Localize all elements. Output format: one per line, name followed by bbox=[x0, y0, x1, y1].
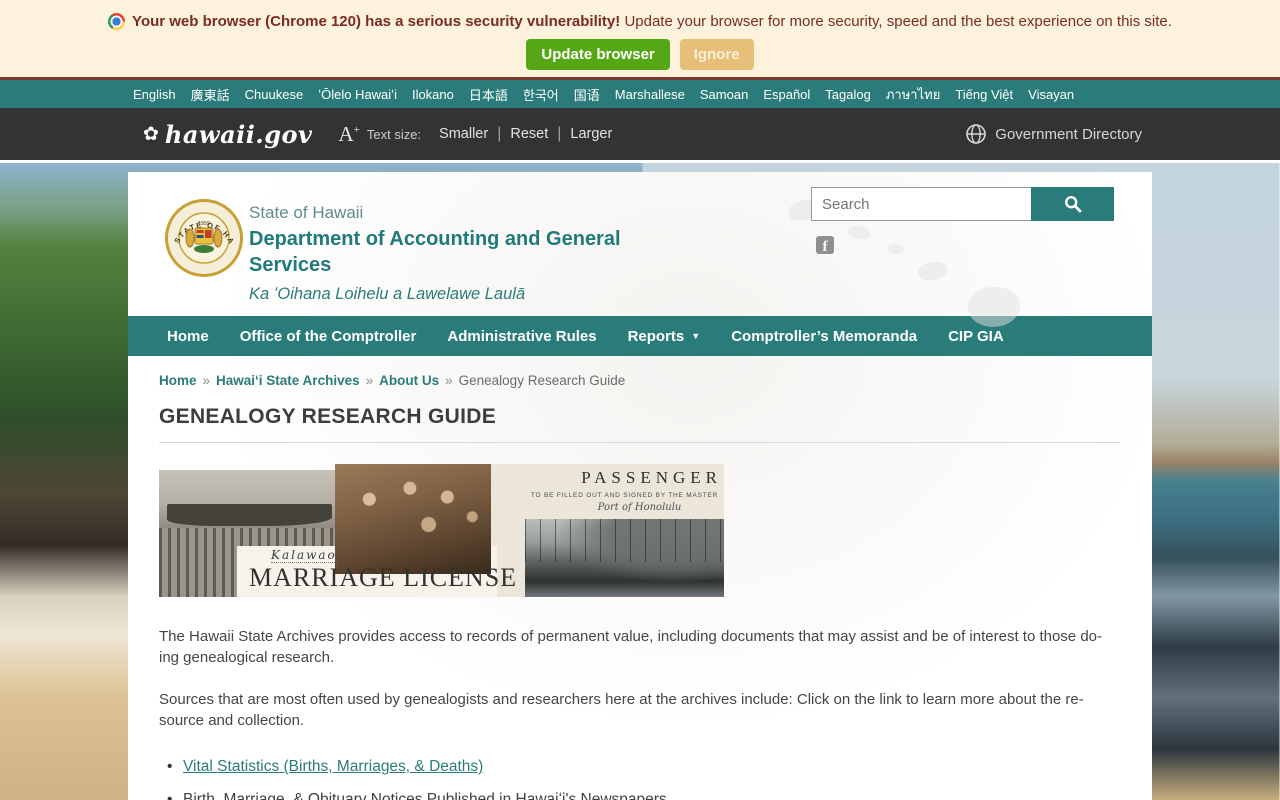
text-size-smaller[interactable]: Smaller bbox=[439, 126, 488, 142]
intro-paragraph: The Hawaii State Archives provides acces… bbox=[159, 628, 1102, 666]
state-of-hawaii-seal: STATE OF HAWAII 1959 bbox=[164, 198, 243, 277]
agency-name: Department of Accounting and General Ser… bbox=[249, 228, 621, 276]
list-item: Birth, Marriage, & Obituary Notices Publ… bbox=[159, 791, 1121, 800]
language-link-chuukese[interactable]: Chuukese bbox=[245, 87, 304, 102]
breadcrumb-current-page: Genealogy Research Guide bbox=[458, 373, 626, 388]
nav-administrative-rules[interactable]: Administrative Rules bbox=[447, 328, 596, 345]
vital-statistics-link[interactable]: Vital Statistics (Births, Marriages, & D… bbox=[183, 758, 483, 775]
kalawao-handwriting: Kalawao bbox=[271, 548, 337, 563]
language-link-visayan[interactable]: Visayan bbox=[1028, 87, 1074, 102]
marriage-license-title: MARRIAGE LICENSE bbox=[249, 563, 518, 592]
breadcrumb-about-us[interactable]: About Us bbox=[379, 373, 439, 388]
separator: | bbox=[557, 125, 562, 142]
newspaper-notices-text: Birth, Marriage, & Obituary Notices Publ… bbox=[183, 791, 667, 800]
content-panel: STATE OF HAWAII 1959 State of Hawaii Dep… bbox=[128, 172, 1152, 800]
site-header: STATE OF HAWAII 1959 State of Hawaii Dep… bbox=[128, 172, 1152, 327]
text-size-label: Text size: bbox=[366, 126, 422, 142]
language-link-ilokano[interactable]: Ilokano bbox=[412, 87, 454, 102]
language-link-mandarin[interactable]: 国语 bbox=[574, 85, 600, 104]
language-link-japanese[interactable]: 日本語 bbox=[469, 85, 508, 104]
language-bar: English 廣東話 Chuukese ʻŌlelo Hawaiʻi Ilok… bbox=[0, 80, 1280, 108]
passenger-port-handwriting: Port of Honolulu bbox=[597, 502, 682, 513]
breadcrumb: Home » Hawaiʻi State Archives » About Us… bbox=[159, 373, 1121, 388]
language-link-korean[interactable]: 한국어 bbox=[523, 85, 559, 104]
list-item: Vital Statistics (Births, Marriages, & D… bbox=[159, 758, 1121, 776]
breadcrumb-separator: » bbox=[365, 373, 374, 388]
language-link-marshallese[interactable]: Marshallese bbox=[615, 87, 685, 102]
browser-update-banner: Your web browser (Chrome 120) has a seri… bbox=[0, 0, 1280, 80]
search-input[interactable] bbox=[811, 187, 1031, 221]
language-link-cantonese[interactable]: 廣東話 bbox=[191, 85, 230, 104]
globe-icon bbox=[966, 124, 987, 144]
agency-parent-label: State of Hawaii bbox=[249, 203, 364, 222]
harbor-ships-photo bbox=[525, 519, 724, 597]
separator: | bbox=[497, 125, 502, 142]
language-link-english[interactable]: English bbox=[133, 87, 176, 102]
update-browser-button[interactable]: Update browser bbox=[526, 39, 670, 70]
hawaii-gov-logo-text: hawaii.gov bbox=[164, 119, 313, 149]
nav-home[interactable]: Home bbox=[167, 328, 209, 345]
breadcrumb-separator: » bbox=[445, 373, 453, 388]
text-size-reset[interactable]: Reset bbox=[510, 126, 548, 142]
search-button[interactable] bbox=[1031, 187, 1114, 221]
banner-message: Your web browser (Chrome 120) has a seri… bbox=[132, 13, 1172, 30]
language-link-vietnamese[interactable]: Tiếng Việt bbox=[955, 87, 1013, 102]
ignore-button[interactable]: Ignore bbox=[679, 39, 754, 70]
nav-comptrollers-memoranda[interactable]: Comptroller’s Memoranda bbox=[731, 328, 917, 345]
sources-paragraph: Sources that are most often used by gene… bbox=[159, 691, 1084, 729]
nav-cip-gia[interactable]: CIP GIA bbox=[948, 328, 1004, 345]
agency-hawaiian-tagline: Ka ʻOihana Loihelu a Lawelawe Laulā bbox=[249, 285, 526, 303]
text-size-icon: A+ bbox=[338, 121, 360, 146]
resource-list: Vital Statistics (Births, Marriages, & D… bbox=[159, 758, 1121, 800]
hawaii-gov-logo[interactable]: ✿ hawaii.gov bbox=[143, 120, 312, 149]
breadcrumb-state-archives[interactable]: Hawaiʻi State Archives bbox=[216, 373, 360, 388]
hibiscus-icon: ✿ bbox=[143, 123, 159, 145]
site-search bbox=[811, 187, 1114, 221]
passenger-document-title: PASSENGER bbox=[581, 468, 722, 487]
chevron-down-icon: ▼ bbox=[691, 331, 701, 341]
family-portrait-photo bbox=[335, 464, 491, 574]
language-link-hawaiian[interactable]: ʻŌlelo Hawaiʻi bbox=[318, 87, 397, 102]
language-link-samoan[interactable]: Samoan bbox=[700, 87, 748, 102]
breadcrumb-separator: » bbox=[202, 373, 211, 388]
language-link-thai[interactable]: ภาษาไทย bbox=[886, 84, 940, 105]
svg-text:1959: 1959 bbox=[198, 221, 210, 227]
utility-bar: ✿ hawaii.gov A+ Text size: Smaller | Res… bbox=[0, 108, 1280, 160]
breadcrumb-home[interactable]: Home bbox=[159, 373, 197, 388]
title-divider bbox=[159, 442, 1121, 443]
genealogy-collage-image: PASSENGER TO BE FILLED OUT AND SIGNED BY… bbox=[159, 464, 724, 597]
language-link-spanish[interactable]: Español bbox=[763, 87, 810, 102]
page-title: GENEALOGY RESEARCH GUIDE bbox=[159, 405, 497, 428]
chrome-browser-icon bbox=[108, 13, 126, 30]
language-link-tagalog[interactable]: Tagalog bbox=[825, 87, 871, 102]
text-size-larger[interactable]: Larger bbox=[570, 126, 612, 142]
nav-office-of-the-comptroller[interactable]: Office of the Comptroller bbox=[240, 328, 417, 345]
nav-reports[interactable]: Reports ▼ bbox=[628, 328, 701, 345]
facebook-icon[interactable]: f bbox=[816, 236, 834, 254]
government-directory-link[interactable]: Government Directory bbox=[995, 126, 1142, 143]
main-navigation: Home Office of the Comptroller Administr… bbox=[128, 316, 1152, 356]
passenger-document-subtitle: TO BE FILLED OUT AND SIGNED BY THE MASTE… bbox=[530, 492, 719, 499]
magnifier-icon bbox=[1064, 195, 1081, 213]
